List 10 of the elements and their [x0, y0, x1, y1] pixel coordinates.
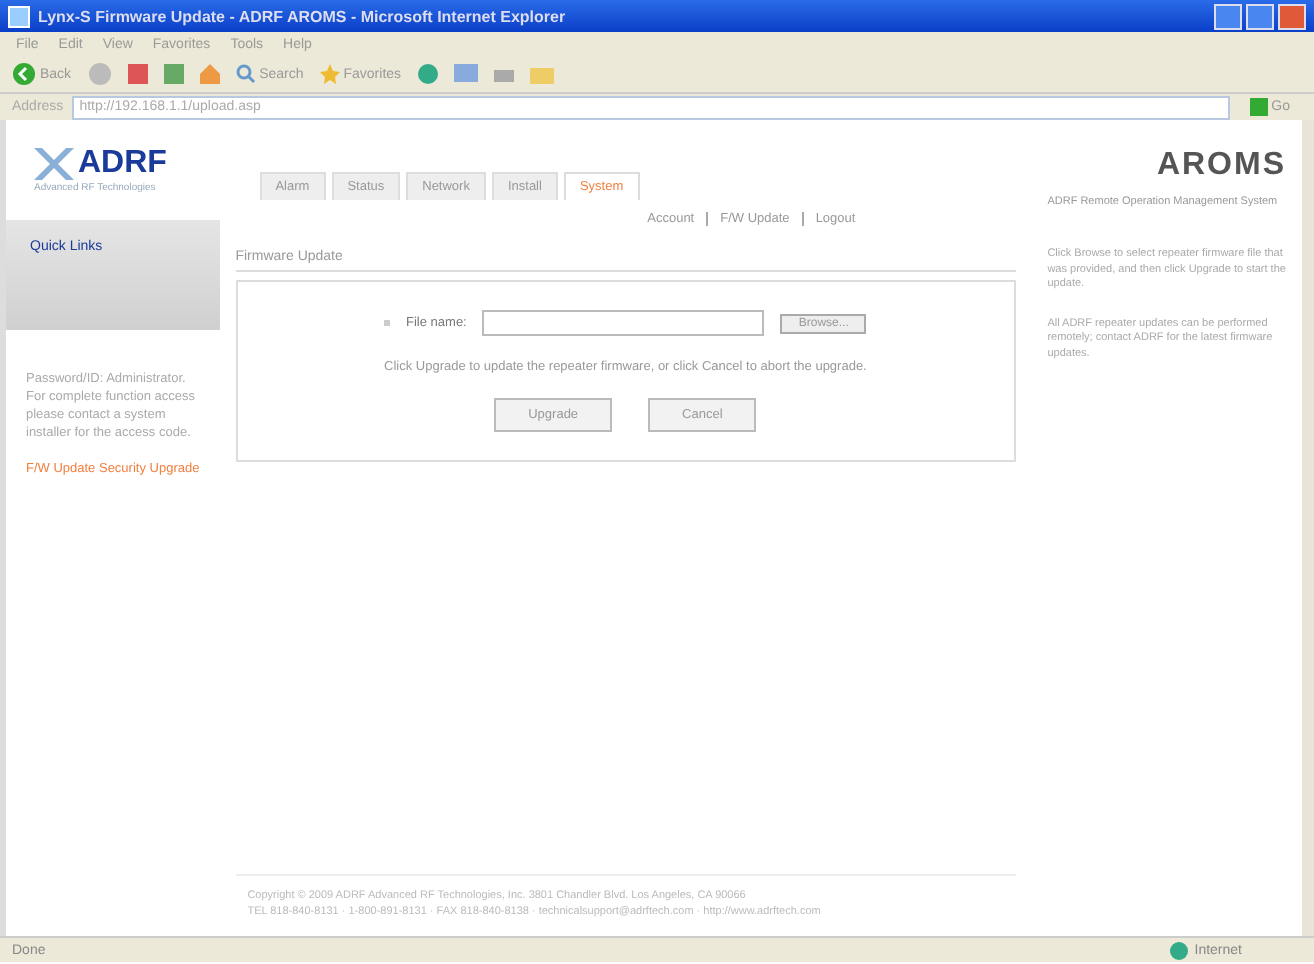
logo-text: ADRF	[78, 146, 167, 182]
bullet-icon	[384, 320, 391, 326]
logo-icon	[34, 148, 74, 180]
home-icon[interactable]	[199, 64, 220, 84]
star-icon	[319, 64, 340, 84]
window-title: Lynx-S Firmware Update - ADRF AROMS - Microsoft Internet Explorer	[38, 7, 566, 25]
app-icon	[8, 5, 30, 27]
product-title: AROMS	[1154, 148, 1286, 184]
file-field[interactable]	[482, 310, 765, 336]
search-icon	[235, 64, 256, 84]
